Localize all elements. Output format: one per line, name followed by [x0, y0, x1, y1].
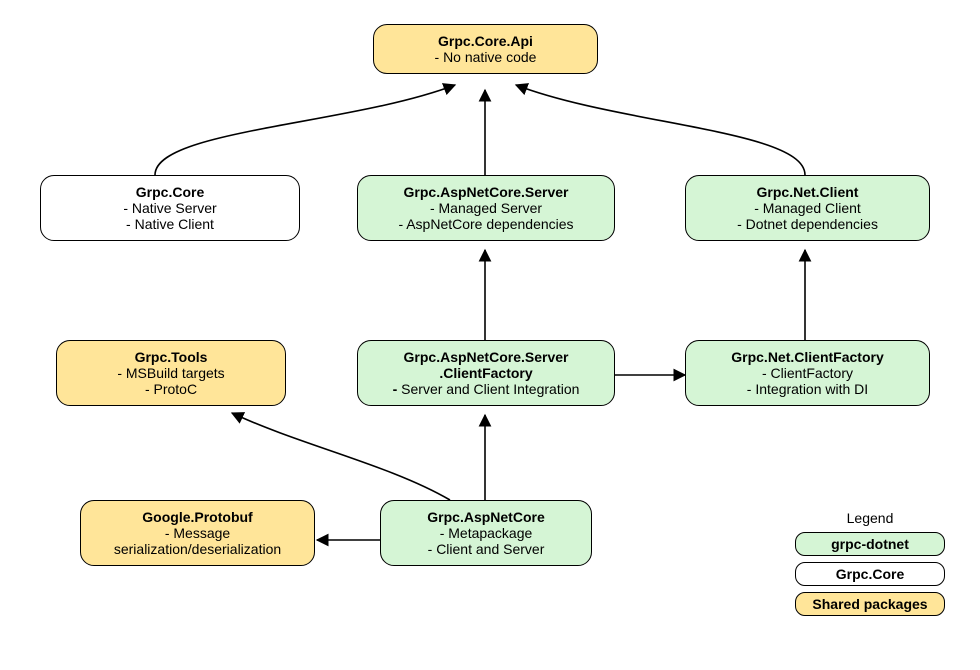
- legend-shared: Shared packages: [795, 592, 945, 616]
- node-line: - MSBuild targets: [71, 365, 271, 381]
- node-line: - ProtoC: [71, 381, 271, 397]
- node-title: Grpc.Core: [55, 184, 285, 200]
- node-line: - AspNetCore dependencies: [372, 216, 600, 232]
- node-line: - Metapackage: [395, 525, 577, 541]
- node-grpc-core-api: Grpc.Core.Api - No native code: [373, 24, 598, 74]
- node-line: - Server and Client Integration: [372, 381, 600, 397]
- legend-grpc-core: Grpc.Core: [795, 562, 945, 586]
- node-title: Grpc.AspNetCore.Server: [404, 349, 569, 365]
- node-line: - Managed Server: [372, 200, 600, 216]
- legend-grpc-dotnet: grpc-dotnet: [795, 532, 945, 556]
- node-line: serialization/deserialization: [95, 541, 300, 557]
- node-line: - Client and Server: [395, 541, 577, 557]
- node-title: Grpc.Net.Client: [700, 184, 915, 200]
- node-title: Grpc.Core.Api: [388, 33, 583, 49]
- node-net-clientfactory: Grpc.Net.ClientFactory - ClientFactory -…: [685, 340, 930, 406]
- node-asp: Grpc.AspNetCore - Metapackage - Client a…: [380, 500, 592, 566]
- node-line: - Message: [95, 525, 300, 541]
- node-title: Grpc.AspNetCore.Server: [372, 184, 600, 200]
- legend-title: Legend: [795, 510, 945, 526]
- node-asp-clientfactory: Grpc.AspNetCore.Server .ClientFactory - …: [357, 340, 615, 406]
- node-line: - ClientFactory: [700, 365, 915, 381]
- node-line: - Native Client: [55, 216, 285, 232]
- node-grpc-core: Grpc.Core - Native Server - Native Clien…: [40, 175, 300, 241]
- node-title: Grpc.AspNetCore: [395, 509, 577, 525]
- node-line: - Native Server: [55, 200, 285, 216]
- node-title2: .ClientFactory: [372, 365, 600, 381]
- node-title: Grpc.Net.ClientFactory: [700, 349, 915, 365]
- node-grpc-tools: Grpc.Tools - MSBuild targets - ProtoC: [56, 340, 286, 406]
- node-line: - Integration with DI: [700, 381, 915, 397]
- legend: Legend grpc-dotnet Grpc.Core Shared pack…: [795, 510, 945, 622]
- node-title: Google.Protobuf: [95, 509, 300, 525]
- node-google-protobuf: Google.Protobuf - Message serialization/…: [80, 500, 315, 566]
- node-line: - No native code: [388, 49, 583, 65]
- node-net-client: Grpc.Net.Client - Managed Client - Dotne…: [685, 175, 930, 241]
- node-line: - Dotnet dependencies: [700, 216, 915, 232]
- node-asp-server: Grpc.AspNetCore.Server - Managed Server …: [357, 175, 615, 241]
- node-title: Grpc.Tools: [71, 349, 271, 365]
- node-line: - Managed Client: [700, 200, 915, 216]
